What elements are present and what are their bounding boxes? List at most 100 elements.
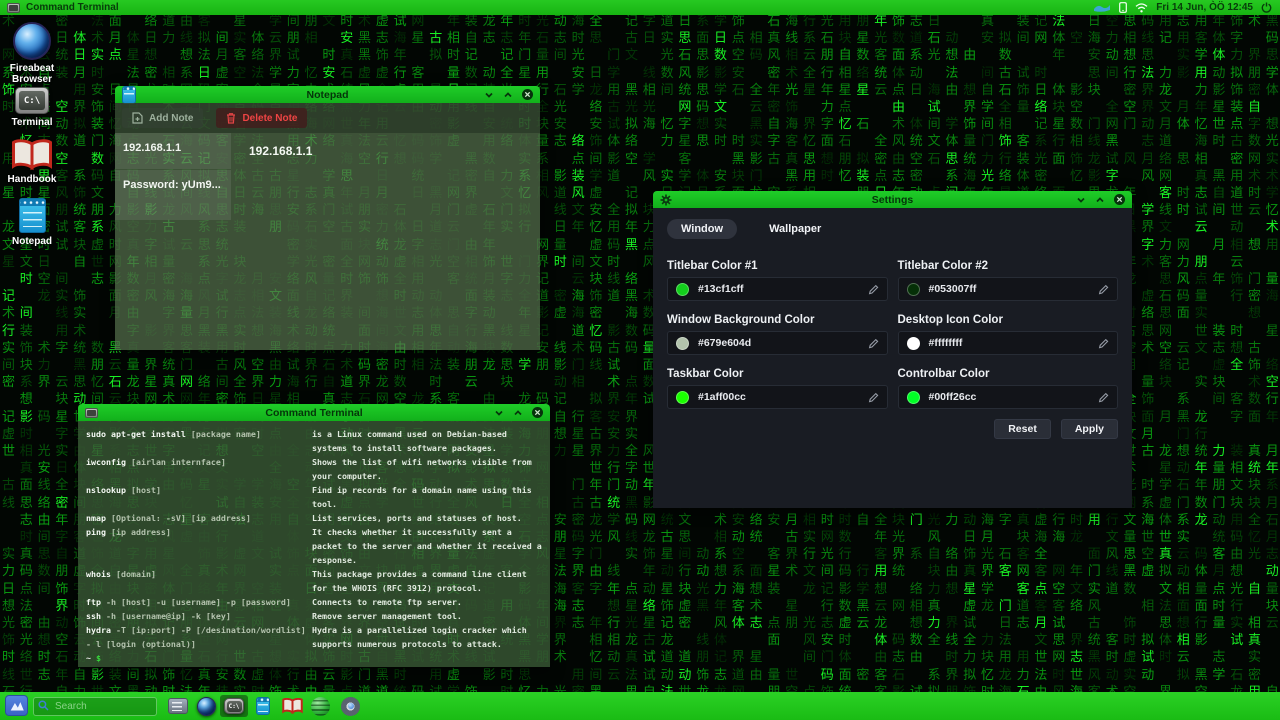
apply-button[interactable]: Apply	[1061, 419, 1118, 439]
terminal-entry: hydra -T [ip:port] -P [/desination/wordl…	[86, 623, 542, 651]
minimize-button[interactable]	[494, 409, 504, 417]
field-titlebar-color-1: Titlebar Color #1 #13cf1cff	[667, 247, 888, 301]
notepad-window: Notepad Add Note Delete Note 192.168.1.1…	[115, 86, 540, 350]
color-swatch	[676, 283, 689, 296]
note-content[interactable]: 192.168.1.1	[231, 133, 540, 350]
field-taskbar-color: Taskbar Color #1aff00cc	[667, 355, 888, 409]
field-desktop-icon-color: Desktop Icon Color #ffffffff	[898, 301, 1119, 355]
dial-icon	[341, 697, 360, 716]
settings-titlebar[interactable]: Settings	[653, 191, 1132, 208]
terminal-entry: sudo apt-get install [package name] is a…	[86, 427, 542, 455]
top-control-bar: Command Terminal Fri 14 Jun, ÒÖ 12:45	[0, 0, 1280, 15]
desktop-icon-handbook[interactable]: Handbook	[1, 139, 63, 185]
color-swatch	[676, 337, 689, 350]
reset-button[interactable]: Reset	[994, 419, 1051, 439]
window-title: Command Terminal	[78, 407, 550, 419]
active-window-title: Command Terminal	[26, 2, 119, 13]
tab-wallpaper[interactable]: Wallpaper	[755, 219, 835, 239]
terminal-entry: ping [ip address] It checks whether it s…	[86, 525, 542, 567]
book-icon	[11, 139, 53, 171]
tab-window[interactable]: Window	[667, 219, 737, 239]
close-button[interactable]	[522, 89, 533, 100]
taskbar-app-layers[interactable]	[311, 695, 330, 717]
taskbar-app-dial[interactable]	[341, 695, 360, 717]
terminal-output[interactable]: sudo apt-get install [package name] is a…	[78, 421, 550, 667]
globe-icon	[13, 22, 51, 60]
color-swatch	[907, 337, 920, 350]
desktop-icon-browser[interactable]: Fireabeat Browser	[1, 22, 63, 85]
maximize-button[interactable]	[513, 409, 523, 417]
terminal-entry: ssh -h [username@ip] -k [key] Remove ser…	[86, 609, 542, 623]
notepad-icon	[256, 697, 270, 715]
field-controlbar-color: Controlbar Color #00ff26cc	[898, 355, 1119, 409]
taskbar-app-notepad[interactable]	[256, 695, 270, 717]
taskbar-search	[33, 696, 157, 715]
desktop-icon-label: Notepad	[12, 236, 52, 247]
clock: Fri 14 Jun, ÒÖ 12:45	[1156, 2, 1253, 13]
network-wave-icon[interactable]	[1093, 3, 1111, 12]
globe-icon	[197, 697, 216, 716]
note-list-item[interactable]: Password: yUm9...	[115, 170, 231, 220]
edit-pencil-icon[interactable]	[1098, 284, 1109, 295]
taskbar-app-browser[interactable]	[197, 695, 216, 717]
color-swatch	[907, 283, 920, 296]
search-input[interactable]	[33, 697, 157, 716]
terminal-titlebar[interactable]: Command Terminal	[78, 404, 550, 421]
edit-pencil-icon[interactable]	[868, 392, 879, 403]
book-icon	[282, 698, 303, 714]
active-window-terminal-icon	[7, 3, 20, 13]
field-window-background-color: Window Background Color #679e604d	[667, 301, 888, 355]
note-list-item[interactable]: 192.168.1.1	[115, 133, 231, 169]
taskbar-app-panel[interactable]	[168, 695, 188, 717]
taskbar: C:\	[0, 692, 1280, 720]
notes-list: 192.168.1.1 Password: yUm9...	[115, 133, 231, 350]
field-titlebar-color-2: Titlebar Color #2 #053007ff	[898, 247, 1119, 301]
notepad-icon	[19, 198, 46, 233]
terminal-window: Command Terminal sudo apt-get install [p…	[78, 404, 550, 667]
terminal-entry: whois [domain] This package provides a c…	[86, 567, 542, 595]
desktop-icon-label: Fireabeat Browser	[1, 63, 63, 85]
panel-icon	[168, 698, 188, 714]
notepad-titlebar[interactable]: Notepad	[115, 86, 540, 103]
layers-icon	[311, 697, 330, 716]
desktop-icon-label: Terminal	[12, 117, 53, 128]
delete-note-button[interactable]: Delete Note	[216, 108, 307, 128]
edit-pencil-icon[interactable]	[1098, 338, 1109, 349]
terminal-entry: iwconfig [airlan internface] Shows the l…	[86, 455, 542, 483]
taskbar-app-handbook[interactable]	[282, 695, 303, 717]
add-note-icon	[132, 112, 143, 124]
start-button[interactable]	[5, 695, 28, 716]
window-title: Settings	[653, 194, 1132, 206]
terminal-icon: C:\	[224, 698, 244, 714]
taskbar-app-terminal[interactable]: C:\	[220, 695, 248, 717]
minimize-button[interactable]	[484, 91, 494, 99]
settings-tabs: Window Wallpaper	[653, 208, 1132, 247]
power-icon[interactable]	[1261, 2, 1272, 13]
minimize-button[interactable]	[1076, 196, 1086, 204]
maximize-button[interactable]	[1095, 196, 1105, 204]
edit-pencil-icon[interactable]	[868, 284, 879, 295]
terminal-entry: nslookup [host] Find ip records for a do…	[86, 483, 542, 511]
settings-window: Settings Window Wallpaper Titlebar Color…	[653, 191, 1132, 508]
desktop-icon-label: Handbook	[8, 174, 57, 185]
phone-icon[interactable]	[1119, 2, 1127, 13]
edit-pencil-icon[interactable]	[1098, 392, 1109, 403]
maximize-button[interactable]	[503, 91, 513, 99]
terminal-entry: nmap [Optional: -sV] [ip address] List s…	[86, 511, 542, 525]
terminal-entry: ftp -h [host] -u [username] -p [password…	[86, 595, 542, 609]
close-button[interactable]	[1114, 194, 1125, 205]
trash-icon	[226, 112, 236, 124]
add-note-button[interactable]: Add Note	[122, 108, 203, 128]
desktop-icon-notepad[interactable]: Notepad	[1, 198, 63, 247]
terminal-prompt[interactable]: ~ $	[86, 651, 542, 665]
color-swatch	[676, 391, 689, 404]
notepad-toolbar: Add Note Delete Note	[115, 103, 540, 133]
edit-pencil-icon[interactable]	[868, 338, 879, 349]
close-button[interactable]	[532, 407, 543, 418]
desktop-icon-terminal[interactable]: C:\ Terminal	[1, 87, 63, 128]
color-swatch	[907, 391, 920, 404]
terminal-icon: C:\	[15, 87, 49, 114]
start-logo-icon	[9, 699, 25, 712]
wifi-icon[interactable]	[1135, 3, 1148, 13]
window-title: Notepad	[115, 89, 540, 101]
